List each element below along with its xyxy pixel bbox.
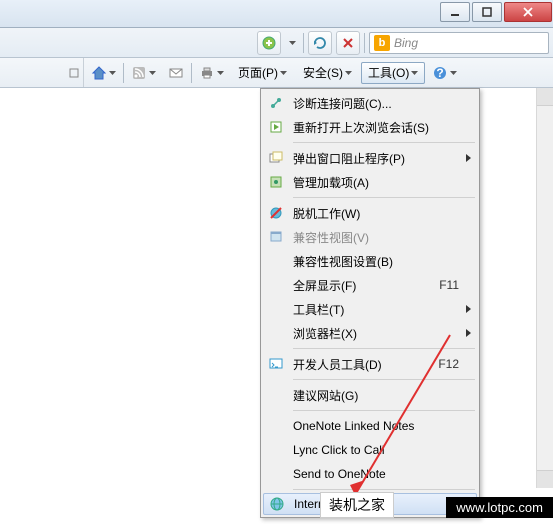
close-button[interactable]: [504, 2, 552, 22]
vertical-scrollbar[interactable]: [536, 88, 553, 488]
safety-menu-button[interactable]: 安全(S): [296, 62, 359, 84]
minimize-button[interactable]: [440, 2, 470, 22]
submenu-arrow-icon: [466, 305, 471, 313]
bing-logo-icon: b: [374, 35, 390, 51]
home-icon: [91, 65, 107, 81]
network-icon: [268, 95, 284, 111]
svg-text:?: ?: [437, 66, 444, 80]
menu-popup-blocker[interactable]: 弹出窗口阻止程序(P): [263, 146, 477, 170]
tools-menu-button[interactable]: 工具(O): [361, 62, 425, 84]
page-menu-button[interactable]: 页面(P): [231, 62, 294, 84]
menu-shortcut: F11: [439, 278, 477, 292]
home-button[interactable]: [86, 62, 121, 84]
new-tab-icon: [69, 68, 79, 78]
menu-separator: [293, 489, 475, 490]
menu-label: 管理加载项(A): [289, 174, 477, 191]
menu-label: 兼容性视图(V): [289, 229, 477, 246]
menu-compat-settings[interactable]: 兼容性视图设置(B): [263, 249, 477, 273]
compat-icon: [268, 229, 284, 245]
submenu-arrow-icon: [466, 154, 471, 162]
menu-work-offline[interactable]: 脱机工作(W): [263, 201, 477, 225]
chevron-down-icon: [280, 71, 287, 75]
menu-diagnose[interactable]: 诊断连接问题(C)...: [263, 91, 477, 115]
menu-fullscreen[interactable]: 全屏显示(F) F11: [263, 273, 477, 297]
print-button[interactable]: [194, 62, 229, 84]
tools-dropdown-menu: 诊断连接问题(C)... 重新打开上次浏览会话(S) 弹出窗口阻止程序(P) 管…: [260, 88, 480, 518]
maximize-button[interactable]: [472, 2, 502, 22]
plugin-icon[interactable]: [257, 31, 281, 55]
chevron-down-icon: [109, 71, 116, 75]
search-box[interactable]: b Bing: [369, 32, 549, 54]
menu-shortcut: F12: [438, 357, 477, 371]
tab-area[interactable]: [4, 58, 84, 87]
popup-icon: [268, 150, 284, 166]
menu-separator: [293, 410, 475, 411]
menu-separator: [293, 142, 475, 143]
menu-label: 脱机工作(W): [289, 205, 477, 222]
menu-label: 弹出窗口阻止程序(P): [289, 150, 477, 167]
menu-separator: [293, 348, 475, 349]
menu-reopen-session[interactable]: 重新打开上次浏览会话(S): [263, 115, 477, 139]
search-placeholder: Bing: [394, 36, 418, 50]
reopen-icon: [268, 119, 284, 135]
menu-suggested-sites[interactable]: 建议网站(G): [263, 383, 477, 407]
menu-toolbars[interactable]: 工具栏(T): [263, 297, 477, 321]
menu-label: 开发人员工具(D): [289, 356, 438, 373]
menu-label: 诊断连接问题(C)...: [289, 95, 477, 112]
chevron-down-icon: [217, 71, 224, 75]
command-toolbar: 页面(P) 安全(S) 工具(O) ?: [0, 58, 553, 88]
menu-label: 兼容性视图设置(B): [289, 253, 477, 270]
menu-label: 重新打开上次浏览会话(S): [289, 119, 477, 136]
menu-label: OneNote Linked Notes: [289, 419, 477, 433]
menu-onenote-linked[interactable]: OneNote Linked Notes: [263, 414, 477, 438]
rss-icon: [131, 65, 147, 81]
feeds-button[interactable]: [126, 62, 161, 84]
mail-button[interactable]: [163, 62, 189, 84]
menu-label: Send to OneNote: [289, 467, 477, 481]
refresh-button[interactable]: [308, 31, 332, 55]
addons-icon: [268, 174, 284, 190]
devtools-icon: [268, 356, 284, 372]
chevron-down-icon: [411, 71, 418, 75]
divider: [191, 63, 192, 83]
safety-menu-label: 安全(S): [303, 64, 343, 81]
watermark-text: 装机之家: [320, 492, 394, 518]
menu-lync[interactable]: Lync Click to Call: [263, 438, 477, 462]
help-button[interactable]: ?: [427, 62, 462, 84]
menu-label: 建议网站(G): [289, 387, 477, 404]
divider: [123, 63, 124, 83]
menu-label: 全屏显示(F): [289, 277, 439, 294]
mail-icon: [168, 65, 184, 81]
help-icon: ?: [432, 65, 448, 81]
menu-separator: [293, 197, 475, 198]
divider: [364, 33, 365, 53]
watermark-url: www.lotpc.com: [446, 497, 553, 518]
menu-label: Lync Click to Call: [289, 443, 477, 457]
menu-label: 工具栏(T): [289, 301, 477, 318]
menu-separator: [293, 379, 475, 380]
menu-manage-addons[interactable]: 管理加载项(A): [263, 170, 477, 194]
search-toolbar: b Bing: [0, 28, 553, 58]
menu-send-onenote[interactable]: Send to OneNote: [263, 462, 477, 486]
menu-compat-view: 兼容性视图(V): [263, 225, 477, 249]
page-menu-label: 页面(P): [238, 64, 278, 81]
chevron-down-icon: [149, 71, 156, 75]
tools-menu-label: 工具(O): [368, 64, 409, 81]
submenu-arrow-icon: [466, 329, 471, 337]
globe-icon: [269, 496, 285, 512]
print-icon: [199, 65, 215, 81]
menu-label: 浏览器栏(X): [289, 325, 477, 342]
chevron-down-icon: [345, 71, 352, 75]
menu-devtools[interactable]: 开发人员工具(D) F12: [263, 352, 477, 376]
window-titlebar: [0, 0, 553, 28]
plugin-dropdown[interactable]: [285, 41, 299, 45]
menu-explorer-bars[interactable]: 浏览器栏(X): [263, 321, 477, 345]
offline-icon: [268, 205, 284, 221]
chevron-down-icon: [450, 71, 457, 75]
stop-button[interactable]: [336, 31, 360, 55]
divider: [303, 33, 304, 53]
